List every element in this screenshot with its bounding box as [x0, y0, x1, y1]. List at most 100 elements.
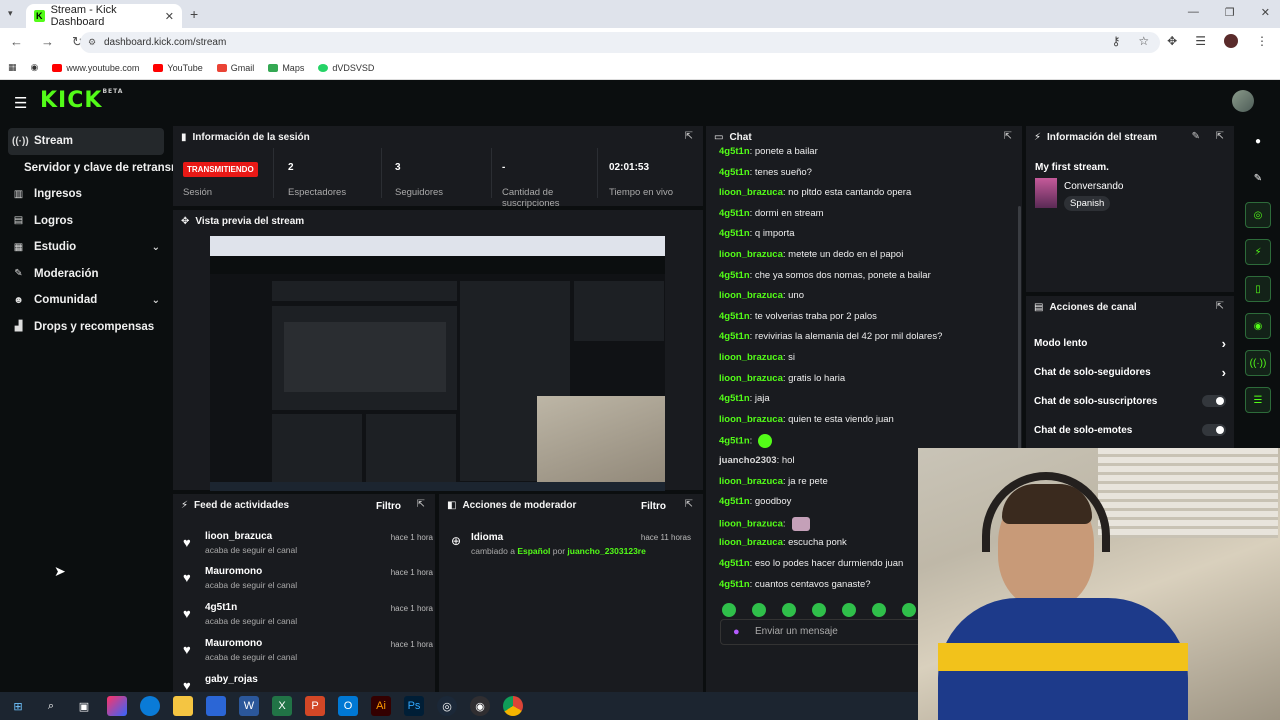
extensions-icon[interactable]: ✥: [1167, 34, 1177, 48]
chat-username[interactable]: lioon_brazuca: [719, 249, 783, 260]
bookmark-star-icon[interactable]: ☆: [1138, 34, 1149, 48]
user-avatar[interactable]: [1232, 90, 1254, 112]
chat-username[interactable]: lioon_brazuca: [719, 414, 783, 425]
edit-icon[interactable]: ✎: [1245, 165, 1271, 191]
word-icon[interactable]: W: [239, 696, 259, 716]
sidebar-item-logros[interactable]: ▤ Logros: [8, 208, 164, 235]
tab-close-icon[interactable]: ✕: [165, 10, 174, 23]
chat-username[interactable]: 4g5t1n: [719, 436, 750, 447]
emote-icon[interactable]: [872, 603, 886, 617]
filter-button[interactable]: Filtro: [641, 501, 666, 512]
site-info-icon[interactable]: ⚙: [88, 32, 96, 53]
emote-icon[interactable]: [902, 603, 916, 617]
menu-icon[interactable]: ☰: [14, 94, 27, 112]
chat-username[interactable]: lioon_brazuca: [719, 537, 783, 548]
reading-list-icon[interactable]: ☰: [1195, 34, 1206, 48]
sidebar-item-moderacion[interactable]: ✎ Moderación: [8, 261, 164, 288]
chat-username[interactable]: 4g5t1n: [719, 270, 750, 281]
stream-preview-video[interactable]: [210, 236, 665, 491]
excel-icon[interactable]: X: [272, 696, 292, 716]
apps-grid-icon[interactable]: ▦: [8, 62, 17, 73]
bookmark-item[interactable]: www.youtube.com: [52, 63, 139, 73]
tab-search-icon[interactable]: ▾: [8, 8, 13, 19]
emote-icon[interactable]: [812, 603, 826, 617]
raid-icon[interactable]: ⚡: [1245, 239, 1271, 265]
bookmark-item[interactable]: YouTube: [153, 63, 203, 73]
subscribers-only-toggle[interactable]: [1202, 395, 1226, 407]
chat-scrollbar[interactable]: [1018, 206, 1021, 466]
chat-username[interactable]: lioon_brazuca: [719, 476, 783, 487]
chat-username[interactable]: lioon_brazuca: [719, 352, 783, 363]
chat-username[interactable]: 4g5t1n: [719, 496, 750, 507]
bookmark-item[interactable]: dVDSVSD: [318, 63, 374, 73]
broadcast-icon[interactable]: ((·)): [1245, 350, 1271, 376]
windows-icon[interactable]: ⊞: [8, 696, 28, 716]
forward-icon[interactable]: →: [41, 34, 54, 50]
emote-icon[interactable]: [722, 603, 736, 617]
minimize-icon[interactable]: —: [1188, 6, 1199, 19]
feed-username[interactable]: gaby_rojas: [205, 674, 258, 685]
followers-only-row[interactable]: Chat de solo-seguidores ›: [1034, 365, 1226, 380]
expand-icon[interactable]: ⇱: [1216, 301, 1224, 312]
obs-icon[interactable]: ◉: [470, 696, 490, 716]
feed-username[interactable]: Mauromono: [205, 566, 262, 577]
category-name[interactable]: Conversando: [1064, 181, 1123, 192]
outlook-icon[interactable]: O: [338, 696, 358, 716]
stack-icon[interactable]: ☰: [1245, 387, 1271, 413]
feed-username[interactable]: Mauromono: [205, 638, 262, 649]
edge-icon[interactable]: [140, 696, 160, 716]
sidebar-item-server-key[interactable]: Servidor y clave de retransm: [8, 155, 181, 182]
chat-username[interactable]: 4g5t1n: [719, 331, 750, 342]
microphone-icon[interactable]: ●: [733, 620, 740, 644]
chrome-icon[interactable]: ◉: [31, 62, 39, 73]
more-menu-icon[interactable]: ⋮: [1256, 34, 1268, 48]
chat-input[interactable]: ● Enviar un mensaje: [720, 619, 930, 645]
feed-username[interactable]: lioon_brazuca: [205, 531, 272, 542]
chat-username[interactable]: 4g5t1n: [719, 579, 750, 590]
browser-tab[interactable]: K Stream - Kick Dashboard ✕: [26, 4, 182, 28]
chat-username[interactable]: 4g5t1n: [719, 146, 750, 157]
new-tab-button[interactable]: +: [190, 6, 198, 22]
emotes-only-toggle[interactable]: [1202, 424, 1226, 436]
illustrator-icon[interactable]: Ai: [371, 696, 391, 716]
edit-pencil-icon[interactable]: ✎: [1192, 131, 1200, 142]
expand-icon[interactable]: ⇱: [417, 499, 425, 510]
mod-item-user[interactable]: juancho_2303123re: [567, 546, 645, 556]
emote-icon[interactable]: [782, 603, 796, 617]
powerpoint-icon[interactable]: P: [305, 696, 325, 716]
clipboard-icon[interactable]: ▯: [1245, 276, 1271, 302]
restore-icon[interactable]: ❐: [1225, 6, 1235, 19]
chat-username[interactable]: 4g5t1n: [719, 311, 750, 322]
chat-bubble-icon[interactable]: ◉: [1245, 313, 1271, 339]
chat-username[interactable]: lioon_brazuca: [719, 187, 783, 198]
taskview-icon[interactable]: ▣: [74, 696, 94, 716]
expand-icon[interactable]: ⇱: [1216, 131, 1224, 142]
chat-username[interactable]: lioon_brazuca: [719, 373, 783, 384]
profile-avatar[interactable]: [1224, 34, 1238, 48]
kick-logo[interactable]: KICKBETA: [40, 88, 123, 113]
store-icon[interactable]: [206, 696, 226, 716]
chat-username[interactable]: 4g5t1n: [719, 228, 750, 239]
filter-button[interactable]: Filtro: [376, 501, 401, 512]
password-key-icon[interactable]: ⚷: [1112, 34, 1121, 48]
expand-icon[interactable]: ⇱: [685, 499, 693, 510]
sidebar-item-ingresos[interactable]: ▥ Ingresos: [8, 181, 164, 208]
photoshop-icon[interactable]: Ps: [404, 696, 424, 716]
back-icon[interactable]: ←: [10, 34, 23, 50]
emote-icon[interactable]: [752, 603, 766, 617]
bookmark-item[interactable]: Maps: [268, 63, 304, 73]
sidebar-item-estudio[interactable]: ▦ Estudio ⌄: [8, 234, 164, 261]
sidebar-item-stream[interactable]: ((·)) Stream: [8, 128, 164, 155]
chrome-icon[interactable]: [503, 696, 523, 716]
bookmark-item[interactable]: Gmail: [216, 63, 254, 73]
sidebar-item-comunidad[interactable]: ☻ Comunidad ⌄: [8, 287, 164, 314]
copilot-icon[interactable]: [107, 696, 127, 716]
explorer-icon[interactable]: [173, 696, 193, 716]
chat-username[interactable]: 4g5t1n: [719, 167, 750, 178]
info-icon[interactable]: ●: [1245, 128, 1271, 154]
emote-icon[interactable]: [842, 603, 856, 617]
chat-username[interactable]: 4g5t1n: [719, 208, 750, 219]
chat-username[interactable]: lioon_brazuca: [719, 290, 783, 301]
expand-icon[interactable]: ⇱: [1004, 131, 1012, 142]
clip-icon[interactable]: ◎: [1245, 202, 1271, 228]
